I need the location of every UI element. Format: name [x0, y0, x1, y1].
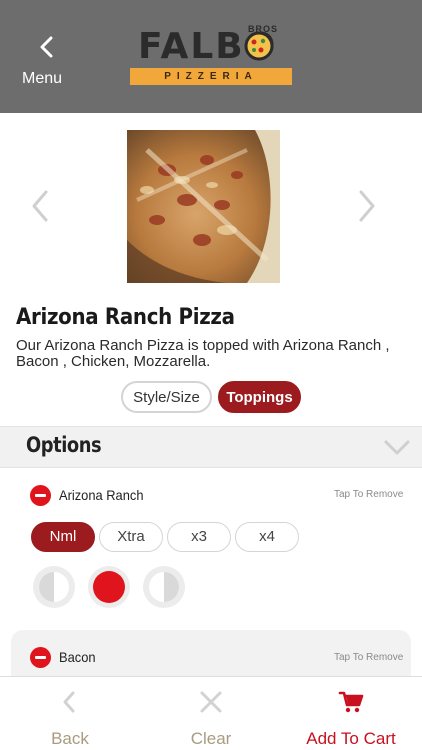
bottom-toolbar: Back Clear Add To Cart — [0, 676, 422, 750]
back-button[interactable]: Back — [20, 677, 120, 750]
next-image-arrow[interactable] — [355, 188, 379, 224]
tab-toppings[interactable]: Toppings — [218, 381, 301, 413]
topping-name: Bacon — [59, 649, 96, 665]
menu-label: Menu — [21, 70, 63, 87]
right-half-placement-button[interactable] — [143, 566, 185, 608]
app: Menu FALBO BROS PIZZERIA Arizona Ranch P… — [0, 0, 422, 750]
quantity-xtra-button[interactable]: Xtra — [99, 522, 163, 552]
pizza-logo-icon — [244, 31, 274, 61]
options-header[interactable]: Options — [0, 426, 422, 468]
left-half-icon — [39, 572, 69, 602]
remove-topping-icon[interactable] — [30, 647, 51, 668]
close-icon — [200, 691, 222, 713]
menu-button[interactable]: Menu — [16, 30, 76, 90]
chevron-down-icon[interactable] — [384, 439, 410, 457]
topping-row: Bacon — [30, 647, 230, 671]
shopping-cart-icon — [338, 691, 364, 713]
left-half-placement-button[interactable] — [33, 566, 75, 608]
product-title: Arizona Ranch Pizza — [16, 305, 235, 330]
topping-row: Arizona Ranch — [30, 485, 230, 509]
tap-to-remove-label[interactable]: Tap To Remove — [334, 652, 403, 663]
whole-circle-icon — [93, 571, 125, 603]
quantity-x3-button[interactable]: x3 — [167, 522, 231, 552]
quantity-nml-button[interactable]: Nml — [31, 522, 95, 552]
tap-to-remove-label[interactable]: Tap To Remove — [334, 489, 403, 500]
tab-style-size[interactable]: Style/Size — [121, 381, 212, 413]
clear-button[interactable]: Clear — [161, 677, 261, 750]
topping-name: Arizona Ranch — [59, 487, 144, 503]
chevron-left-icon — [63, 691, 75, 713]
previous-image-arrow[interactable] — [28, 188, 52, 224]
options-title: Options — [26, 433, 102, 457]
whole-placement-button[interactable] — [88, 566, 130, 608]
back-label: Back — [51, 729, 89, 748]
chevron-left-icon — [40, 36, 53, 58]
clear-label: Clear — [190, 729, 232, 748]
right-half-icon — [149, 572, 179, 602]
logo-banner: PIZZERIA — [130, 68, 292, 85]
add-to-cart-label: Add To Cart — [306, 729, 396, 748]
add-to-cart-button[interactable]: Add To Cart — [290, 677, 412, 750]
remove-topping-icon[interactable] — [30, 485, 51, 506]
product-description: Our Arizona Ranch Pizza is topped with A… — [16, 337, 390, 370]
header: Menu FALBO BROS PIZZERIA — [0, 0, 422, 113]
product-image — [127, 130, 280, 283]
quantity-x4-button[interactable]: x4 — [235, 522, 299, 552]
brand-logo: FALBO BROS PIZZERIA — [130, 24, 292, 88]
